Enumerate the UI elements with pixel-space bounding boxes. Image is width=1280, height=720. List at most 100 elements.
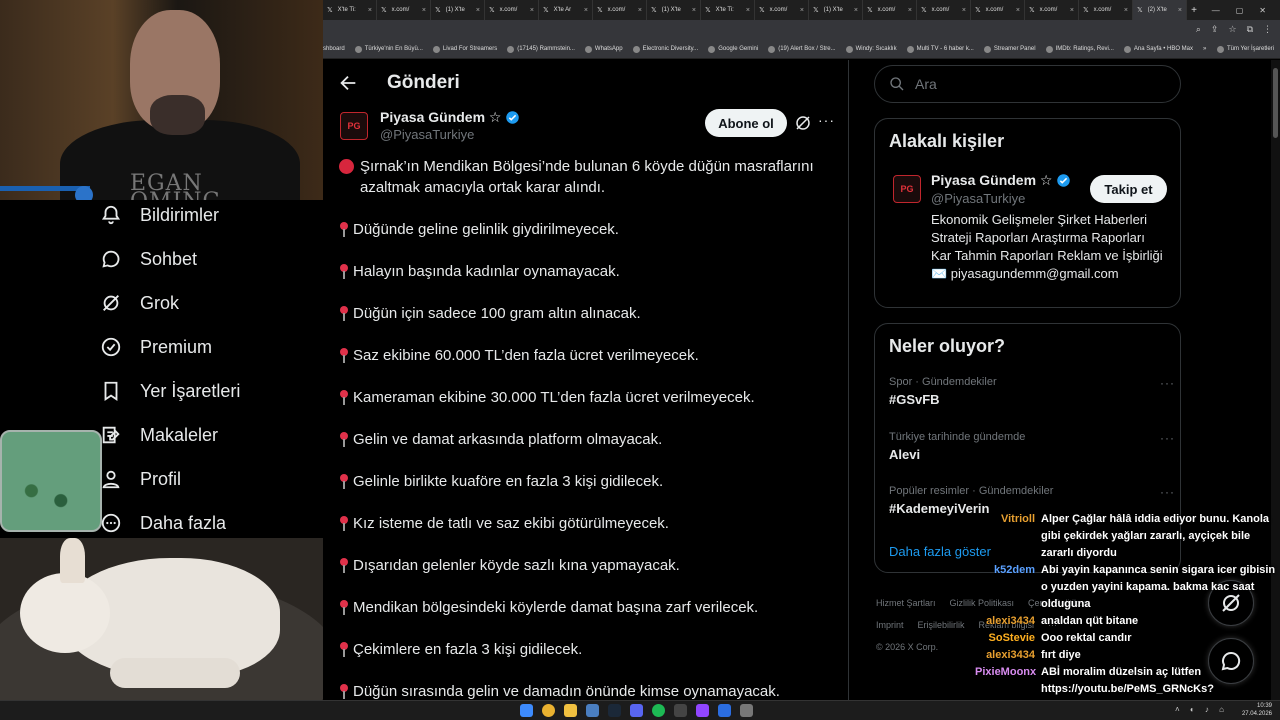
close-icon[interactable]: ×	[1178, 7, 1182, 14]
more-options-icon[interactable]: ···	[1160, 376, 1175, 390]
close-icon[interactable]: ×	[530, 7, 534, 14]
verified-badge-icon	[506, 111, 520, 124]
browser-tab[interactable]: 𝕏x.com/ ×	[1025, 0, 1079, 20]
close-icon[interactable]: ×	[584, 7, 588, 14]
author-name[interactable]: Piyasa Gündem ☆	[380, 109, 520, 126]
author-handle[interactable]: @PiyasaTurkiye	[380, 127, 474, 142]
app-icon[interactable]	[740, 704, 753, 717]
sidebar-item-makaleler[interactable]: Makaleler	[100, 424, 218, 446]
browser-tab[interactable]: 𝕏x.com/ ×	[917, 0, 971, 20]
browser-tab[interactable]: 𝕏 (1) X'te ×	[809, 0, 863, 20]
browser-tab[interactable]: 𝕏x.com/ ×	[1079, 0, 1133, 20]
browser-tab[interactable]: 𝕏x.com/ ×	[755, 0, 809, 20]
browser-tab[interactable]: 𝕏x.com/ ×	[971, 0, 1025, 20]
search-input[interactable]: Ara	[874, 65, 1181, 103]
browser-tab[interactable]: 𝕏x.com/ ×	[485, 0, 539, 20]
more-options-icon[interactable]: ···	[1160, 485, 1175, 499]
trend-item[interactable]: Türkiye tarihinde gündemde Alevi ···	[889, 431, 1174, 462]
close-icon[interactable]: ×	[638, 7, 642, 14]
more-options-icon[interactable]: ···	[1160, 431, 1175, 445]
browser-tab[interactable]: 𝕏 X'te Ti: ×	[701, 0, 755, 20]
browser-tab[interactable]: 𝕏 X'te Ar ×	[539, 0, 593, 20]
close-icon[interactable]: ×	[1124, 7, 1128, 14]
windows-start-icon[interactable]	[520, 704, 533, 717]
sidebar-item-profil[interactable]: Profil	[100, 468, 181, 490]
bookmark-item[interactable]: WhatsApp	[584, 45, 623, 53]
pushpin-icon	[339, 474, 348, 490]
browser-tab[interactable]: 𝕏 X'te Ti: ×	[323, 0, 377, 20]
maximize-icon[interactable]: ▢	[1236, 6, 1244, 15]
menu-icon[interactable]: ⋮	[1263, 24, 1272, 35]
close-icon[interactable]: ×	[692, 7, 696, 14]
discord-icon[interactable]	[630, 704, 643, 717]
app-icon[interactable]	[674, 704, 687, 717]
footer-link[interactable]: Erişilebilirlik	[918, 620, 965, 630]
back-arrow-icon[interactable]	[337, 72, 359, 94]
close-window-icon[interactable]: ✕	[1259, 6, 1266, 15]
footer-link[interactable]: Hizmet Şartları	[876, 598, 936, 608]
bookmark-item[interactable]: Electronic Diversity...	[632, 45, 698, 53]
footer-link[interactable]: © 2026 X Corp.	[876, 642, 938, 652]
close-icon[interactable]: ×	[746, 7, 750, 14]
bookmark-item[interactable]: shboard	[323, 46, 345, 52]
more-options-icon[interactable]: ···	[818, 112, 835, 128]
chrome-icon[interactable]	[542, 704, 555, 717]
folder-icon[interactable]	[564, 704, 577, 717]
spotify-icon[interactable]	[652, 704, 665, 717]
bookmark-item[interactable]: Ana Sayfa • HBO Max	[1123, 45, 1193, 53]
trend-item[interactable]: Spor · Gündemdekiler #GSvFB ···	[889, 376, 1174, 407]
related-name[interactable]: Piyasa Gündem ☆	[931, 172, 1071, 189]
close-icon[interactable]: ×	[368, 7, 372, 14]
new-tab-button[interactable]: +	[1187, 5, 1201, 16]
twitch-icon[interactable]	[696, 704, 709, 717]
extensions-icon[interactable]: ⧉	[1247, 24, 1253, 35]
share-icon[interactable]: ⇪	[1211, 24, 1219, 35]
bookmark-item[interactable]: (17145) Rammstein...	[507, 45, 575, 53]
bookmark-item[interactable]: (19) Alert Box / Stre...	[768, 45, 836, 53]
sidebar-item-sohbet[interactable]: Sohbet	[100, 248, 197, 270]
close-icon[interactable]: ×	[1016, 7, 1020, 14]
bookmark-item[interactable]: Windy: Sıcaklık	[845, 45, 897, 53]
close-icon[interactable]: ×	[476, 7, 480, 14]
bookmark-item[interactable]: Türkiye'nin En Büyü...	[354, 45, 423, 53]
bookmark-item[interactable]: Google Gemini	[708, 45, 758, 53]
clock[interactable]: 10:39 27.04.2026	[1242, 702, 1272, 718]
zoom-icon[interactable]: ⌕	[1196, 24, 1201, 35]
close-icon[interactable]: ×	[908, 7, 912, 14]
author-avatar[interactable]: PG	[340, 112, 368, 140]
steam-icon[interactable]	[608, 704, 621, 717]
browser-tab[interactable]: 𝕏 (1) X'te ×	[647, 0, 701, 20]
app-icon[interactable]	[586, 704, 599, 717]
bookmark-item[interactable]: IMDb: Ratings, Revi...	[1045, 45, 1114, 53]
footer-link[interactable]: Imprint	[876, 620, 904, 630]
related-handle[interactable]: @PiyasaTurkiye	[931, 191, 1025, 206]
close-icon[interactable]: ×	[800, 7, 804, 14]
close-icon[interactable]: ×	[422, 7, 426, 14]
minimize-icon[interactable]: —	[1212, 6, 1220, 15]
subscribe-button[interactable]: Abone ol	[705, 109, 787, 137]
close-icon[interactable]: ×	[854, 7, 858, 14]
close-icon[interactable]: ×	[1070, 7, 1074, 14]
browser-tab[interactable]: 𝕏x.com/ ×	[377, 0, 431, 20]
sidebar-item-yer-isaretleri[interactable]: Yer İşaretleri	[100, 380, 240, 402]
close-icon[interactable]: ×	[962, 7, 966, 14]
browser-tab[interactable]: 𝕏x.com/ ×	[593, 0, 647, 20]
bookmark-item[interactable]: »	[1203, 46, 1206, 52]
bookmark-item[interactable]: Livad For Streamers	[432, 45, 497, 53]
sidebar-item-daha-fazla[interactable]: Daha fazla	[100, 512, 226, 534]
browser-tab[interactable]: 𝕏x.com/ ×	[863, 0, 917, 20]
system-tray[interactable]: ˄ ◐ ♪ ⌂	[1175, 705, 1228, 714]
sidebar-item-premium[interactable]: Premium	[100, 336, 212, 358]
browser-tab[interactable]: 𝕏 (1) X'te ×	[431, 0, 485, 20]
star-icon[interactable]: ☆	[1228, 24, 1236, 35]
bookmark-item[interactable]: Tüm Yer İşaretleri	[1216, 45, 1280, 53]
follow-button[interactable]: Takip et	[1090, 175, 1167, 203]
bookmark-item[interactable]: Multi TV - 6 haber k...	[906, 45, 974, 53]
sidebar-item-grok[interactable]: Grok	[100, 292, 179, 314]
app-icon[interactable]	[718, 704, 731, 717]
browser-tab[interactable]: 𝕏 (2) X'te ×	[1133, 0, 1187, 20]
related-avatar[interactable]: PG	[893, 175, 921, 203]
grok-icon[interactable]	[794, 114, 812, 132]
bookmark-item[interactable]: Streamer Panel	[983, 45, 1036, 53]
sidebar-item-bildirimler[interactable]: Bildirimler	[100, 204, 219, 226]
